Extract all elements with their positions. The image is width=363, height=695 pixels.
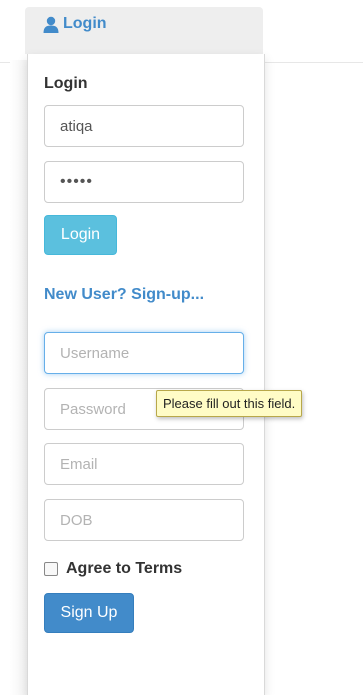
terms-row: Agree to Terms xyxy=(44,560,182,578)
validation-tooltip: Please fill out this field. xyxy=(156,390,303,417)
validation-tooltip-text: Please fill out this field. xyxy=(163,396,296,411)
signup-email-input[interactable] xyxy=(44,443,244,485)
signup-button[interactable]: Sign Up xyxy=(44,593,134,633)
nav-login-label: Login xyxy=(63,15,107,32)
login-password-value: ••••• xyxy=(60,173,94,190)
login-password-input[interactable]: ••••• xyxy=(44,161,244,203)
login-section-title: Login xyxy=(44,75,88,92)
user-icon xyxy=(43,16,59,33)
signup-dob-input[interactable] xyxy=(44,499,244,541)
page-gutter xyxy=(10,60,27,695)
login-button-label: Login xyxy=(60,226,101,243)
signup-username-input[interactable] xyxy=(44,332,244,374)
nav-login-tab[interactable]: Login xyxy=(25,7,263,54)
login-username-input[interactable] xyxy=(44,105,244,147)
signup-button-label: Sign Up xyxy=(60,604,118,621)
terms-checkbox[interactable] xyxy=(44,562,58,576)
signup-link[interactable]: New User? Sign-up... xyxy=(44,286,204,304)
login-button[interactable]: Login xyxy=(44,215,117,255)
terms-label: Agree to Terms xyxy=(66,560,183,577)
